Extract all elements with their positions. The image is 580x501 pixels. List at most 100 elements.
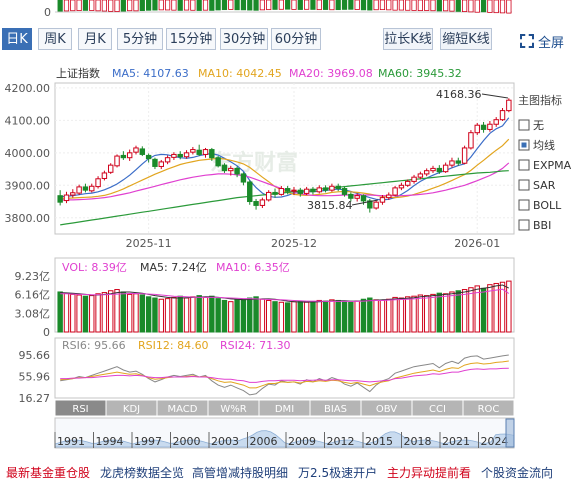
volume-bar bbox=[133, 293, 139, 333]
date-tick-label: 2025-11 bbox=[126, 237, 172, 250]
indicator-option[interactable]: EXPMA bbox=[518, 159, 572, 172]
indicator-checkbox[interactable] bbox=[518, 219, 530, 231]
indicator-tab-kdj[interactable]: KDJ bbox=[105, 399, 158, 417]
tab-day-k[interactable]: 日K bbox=[2, 28, 32, 50]
kline-chart[interactable]: 上证指数 MA5: 4107.63 MA10: 4042.45 MA20: 39… bbox=[0, 58, 580, 458]
indicator-checkbox[interactable] bbox=[518, 199, 530, 211]
candle-body bbox=[164, 157, 171, 163]
indicator-tab-macd[interactable]: MACD bbox=[156, 399, 209, 417]
candle-body bbox=[215, 157, 221, 167]
volume-bar bbox=[240, 298, 247, 333]
indicator-option[interactable]: BBI bbox=[518, 219, 551, 232]
candle-body bbox=[278, 188, 285, 195]
top-strip-bar bbox=[436, 0, 442, 12]
link-main-force[interactable]: 主力异动提前看 bbox=[387, 460, 471, 486]
volume-bar bbox=[114, 289, 120, 333]
link-account-open[interactable]: 万2.5极速开户 bbox=[298, 460, 377, 486]
volume-bar bbox=[57, 291, 63, 333]
indicator-tab-obv[interactable]: OBV bbox=[360, 399, 413, 417]
volume-bar bbox=[82, 295, 89, 333]
candle-body bbox=[487, 123, 493, 130]
volume-bar bbox=[221, 299, 228, 333]
volume-bar bbox=[139, 294, 146, 333]
indicator-tab-wrr[interactable]: W%R bbox=[207, 399, 260, 417]
volume-bar bbox=[70, 293, 76, 333]
index-name: 上证指数 bbox=[56, 66, 100, 80]
top-strip-bar bbox=[386, 0, 392, 11]
volume-bar bbox=[108, 290, 114, 333]
stretch-k-button[interactable]: 拉长K线 bbox=[383, 28, 433, 50]
candle-body bbox=[272, 191, 278, 195]
top-strip-bar bbox=[285, 0, 291, 10]
volume-bar bbox=[297, 300, 304, 333]
volume-bar bbox=[228, 301, 234, 333]
top-strip-bar bbox=[297, 0, 303, 10]
top-overview-strip: 0 bbox=[44, 0, 512, 19]
timeline-navigator[interactable]: 1991 1994 1997 2000 2003 2006 2009 2012 2015 2018… bbox=[54, 417, 515, 449]
price-tick-label: 4100.00 bbox=[5, 114, 51, 127]
top-strip-label: 0 bbox=[44, 6, 51, 19]
date-tick-label: 2026-01 bbox=[454, 237, 500, 250]
indicator-tab-label: KDJ bbox=[123, 404, 140, 415]
volume-bar bbox=[329, 299, 335, 333]
candle-body bbox=[354, 195, 360, 199]
top-strip-bar bbox=[57, 0, 63, 12]
top-strip-bar bbox=[114, 0, 120, 12]
candle-body bbox=[411, 176, 417, 182]
indicator-checkbox[interactable] bbox=[518, 119, 530, 131]
volume-bar bbox=[209, 295, 215, 333]
top-strip-bars bbox=[57, 0, 512, 14]
link-fund-holdings[interactable]: 最新基金重仓股 bbox=[6, 460, 90, 486]
volume-bar bbox=[234, 299, 240, 333]
top-strip-bar bbox=[171, 0, 177, 11]
fullscreen-button[interactable]: 全屏 bbox=[520, 32, 564, 51]
indicator-tab-cci[interactable]: CCI bbox=[411, 399, 464, 417]
tab-30min[interactable]: 30分钟 bbox=[220, 28, 268, 50]
candle-body bbox=[190, 149, 196, 153]
top-strip-bar bbox=[259, 0, 265, 11]
top-strip-bar bbox=[411, 0, 417, 11]
shrink-k-button[interactable]: 缩短K线 bbox=[440, 28, 492, 50]
indicator-option[interactable]: SAR bbox=[518, 179, 556, 192]
tab-15min[interactable]: 15分钟 bbox=[166, 28, 216, 50]
timeline-year-label: 2024 bbox=[481, 435, 509, 448]
indicator-checkbox[interactable] bbox=[518, 159, 530, 171]
volume-bar bbox=[354, 300, 360, 333]
tab-month-k[interactable]: 月K bbox=[78, 28, 112, 50]
top-strip-bar bbox=[392, 0, 398, 11]
price-tick-label: 3900.00 bbox=[5, 179, 51, 192]
timeline-selection-handle[interactable] bbox=[505, 418, 515, 448]
indicator-tab-rsi[interactable]: RSI bbox=[54, 399, 107, 417]
tab-5min[interactable]: 5分钟 bbox=[117, 28, 163, 50]
top-strip-bar bbox=[310, 0, 316, 10]
indicator-checkbox[interactable] bbox=[518, 179, 530, 191]
tab-week-k[interactable]: 周K bbox=[38, 28, 72, 50]
candle-body bbox=[322, 187, 329, 191]
bottom-link-bar: 最新基金重仓股 龙虎榜数据全览 高管增减持股明细 万2.5极速开户 主力异动提前… bbox=[0, 460, 580, 486]
candle-body bbox=[183, 152, 190, 158]
candle-body bbox=[196, 149, 202, 155]
indicator-tab-dmi[interactable]: DMI bbox=[258, 399, 311, 417]
top-strip-bar bbox=[278, 0, 284, 10]
tab-60min[interactable]: 60分钟 bbox=[271, 28, 321, 50]
indicator-tab-roc[interactable]: ROC bbox=[462, 399, 515, 417]
link-exec-holdings[interactable]: 高管增减持股明细 bbox=[192, 460, 288, 486]
indicator-tab-bias[interactable]: BIAS bbox=[309, 399, 362, 417]
candle bbox=[506, 98, 512, 113]
indicator-tab-bar: RSI KDJ MACD W%R DMI BIAS OBV CCI ROC bbox=[54, 399, 515, 417]
indicator-option[interactable]: 无 bbox=[518, 119, 544, 132]
volume-bar bbox=[480, 287, 487, 333]
top-strip-bar bbox=[424, 0, 430, 11]
indicator-tab-label: W%R bbox=[220, 404, 246, 415]
top-strip-bar bbox=[95, 0, 101, 12]
link-dragon-tiger[interactable]: 龙虎榜数据全览 bbox=[100, 460, 184, 486]
volume-bar bbox=[367, 297, 373, 333]
candle-body bbox=[335, 185, 341, 190]
candle-body bbox=[228, 167, 234, 172]
link-fund-flow[interactable]: 个股资金流向 bbox=[481, 460, 553, 486]
ma60-legend: MA60: 3945.32 bbox=[378, 67, 462, 80]
indicator-option[interactable]: BOLL bbox=[518, 199, 562, 212]
indicator-option[interactable]: 均线 bbox=[518, 138, 555, 152]
candle-body bbox=[70, 192, 76, 196]
top-strip-bar bbox=[341, 0, 348, 10]
